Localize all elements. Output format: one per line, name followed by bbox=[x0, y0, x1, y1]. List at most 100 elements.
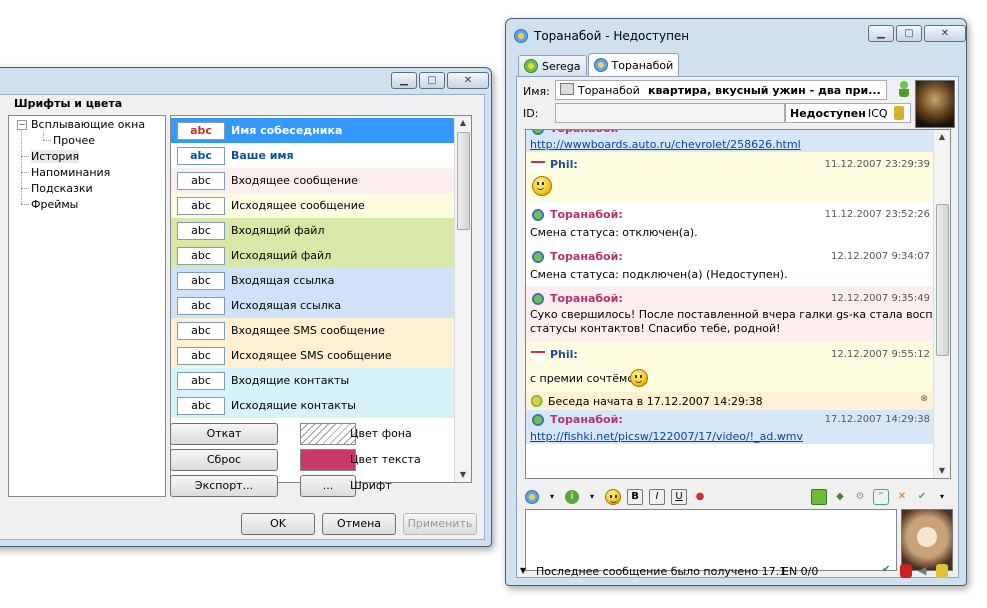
color-list-item[interactable]: abc Исходящие контакты bbox=[171, 393, 454, 418]
scroll-down-icon[interactable]: ▼ bbox=[455, 468, 471, 482]
font-button[interactable]: ... bbox=[300, 475, 356, 497]
tree-item-other[interactable]: Прочее bbox=[53, 134, 95, 147]
color-list-item[interactable]: abc Входящее сообщение bbox=[171, 168, 454, 193]
text-color-label: Цвет текста bbox=[350, 453, 421, 466]
settings-icon[interactable]: ⚙ bbox=[853, 490, 867, 504]
apply-button[interactable]: Применить bbox=[403, 513, 477, 535]
minimize-icon[interactable]: ▁ bbox=[391, 72, 417, 89]
message-text: Смена статуса: подключен(а) (Недоступен)… bbox=[530, 268, 788, 281]
spellcheck-icon[interactable]: ✔ bbox=[882, 564, 890, 575]
message-text: Беседа начата в 17.12.2007 14:29:38 bbox=[548, 395, 763, 408]
color-item-label: Исходящий файл bbox=[231, 249, 332, 262]
file-transfer-icon[interactable]: ◆ bbox=[833, 490, 847, 504]
message-time: 11.12.2007 23:29:39 bbox=[824, 159, 930, 170]
contact-menu-icon[interactable] bbox=[894, 106, 904, 120]
color-list-item[interactable]: abc Входящее SMS сообщение bbox=[171, 318, 454, 343]
message-type-icon bbox=[531, 293, 545, 305]
sample-text: abc bbox=[177, 172, 225, 190]
info-icon[interactable]: i bbox=[565, 490, 579, 504]
italic-icon[interactable]: I bbox=[649, 489, 665, 505]
color-list-item[interactable]: abc Входящая ссылка bbox=[171, 268, 454, 293]
chat-window: Торанабой - Недоступен ▁ ▢ ✕ Serega Тора… bbox=[505, 18, 967, 586]
name-label: Имя: bbox=[523, 85, 550, 98]
sample-text: abc bbox=[177, 372, 225, 390]
settings-tree[interactable]: − Всплывающие окна Прочее История Напоми… bbox=[8, 115, 166, 497]
color-item-label: Входящая ссылка bbox=[231, 274, 335, 287]
message-nick: Торанабой bbox=[550, 130, 618, 135]
close-icon[interactable]: ✕ bbox=[447, 72, 489, 89]
collapse-icon[interactable]: − bbox=[17, 120, 27, 130]
close-chat-icon[interactable]: ✕ bbox=[895, 490, 909, 504]
message-link[interactable]: http://wwwboards.auto.ru/chevrolet/25862… bbox=[530, 138, 801, 151]
contact-id-box bbox=[555, 103, 785, 123]
chevron-down-icon[interactable]: ▼ bbox=[520, 566, 526, 575]
tree-item-popups[interactable]: Всплывающие окна bbox=[31, 118, 145, 131]
smiley-icon[interactable] bbox=[605, 489, 621, 505]
typing-notify-icon[interactable] bbox=[936, 564, 948, 578]
scroll-down-icon[interactable]: ▼ bbox=[934, 464, 950, 478]
rollback-button[interactable]: Откат bbox=[170, 423, 278, 445]
scroll-thumb[interactable] bbox=[936, 204, 949, 356]
color-list-item[interactable]: abc Исходящее SMS сообщение bbox=[171, 343, 454, 368]
cancel-button[interactable]: Отмена bbox=[322, 513, 396, 535]
color-palette-icon[interactable]: ● bbox=[693, 490, 707, 504]
chevron-down-icon[interactable]: ▾ bbox=[545, 490, 559, 504]
color-list-item[interactable]: abc Исходящая ссылка bbox=[171, 293, 454, 318]
tree-item-history[interactable]: История bbox=[31, 150, 80, 163]
reset-button[interactable]: Сброс bbox=[170, 449, 278, 471]
smiley-icon bbox=[630, 369, 648, 387]
tab-serega[interactable]: Serega bbox=[518, 55, 587, 76]
tree-item-frames[interactable]: Фреймы bbox=[31, 198, 78, 211]
user-info-icon[interactable] bbox=[899, 81, 909, 97]
scroll-up-icon[interactable]: ▲ bbox=[455, 116, 471, 130]
sound-icon[interactable]: ◀ bbox=[918, 564, 926, 577]
message-nick: Торанабой: bbox=[550, 250, 623, 263]
secure-icon[interactable] bbox=[900, 564, 912, 578]
scroll-thumb[interactable] bbox=[457, 132, 470, 230]
color-list-item[interactable]: abc Ваше имя bbox=[171, 143, 454, 168]
status-text: Недоступен bbox=[790, 107, 866, 120]
message-time: 12.12.2007 9:35:49 bbox=[831, 293, 930, 304]
bold-icon[interactable]: B bbox=[627, 489, 643, 505]
status-message: квартира, вкусный ужин - два при... bbox=[648, 84, 881, 97]
history-icon[interactable] bbox=[811, 489, 827, 505]
send-icon[interactable]: ✔ bbox=[915, 490, 929, 504]
bg-color-swatch[interactable] bbox=[300, 423, 356, 445]
message-entry: Беседа начата в 17.12.2007 14:29:38 ⊗ bbox=[526, 392, 936, 410]
tree-item-reminders[interactable]: Напоминания bbox=[31, 166, 110, 179]
tree-item-tooltips[interactable]: Подсказки bbox=[31, 182, 93, 195]
tab-toranaboy[interactable]: Торанабой bbox=[587, 53, 680, 76]
maximize-icon[interactable]: ▢ bbox=[419, 72, 445, 89]
message-time: 11.12.2007 23:52:26 bbox=[824, 209, 930, 220]
minimize-icon[interactable]: ▁ bbox=[868, 25, 894, 42]
text-color-swatch[interactable] bbox=[300, 449, 356, 471]
protocol-text: ICQ bbox=[868, 107, 888, 120]
list-scrollbar[interactable]: ▲ ▼ bbox=[454, 116, 471, 482]
chevron-down-icon[interactable]: ▾ bbox=[585, 490, 599, 504]
color-list-item[interactable]: abc Входящий файл bbox=[171, 218, 454, 243]
message-time: 17.12.2007 14:29:38 bbox=[824, 414, 930, 425]
protocol-menu-icon[interactable] bbox=[525, 490, 539, 504]
color-list-item[interactable]: abc Имя собеседника bbox=[171, 118, 454, 143]
color-list-item[interactable]: abc Входящие контакты bbox=[171, 368, 454, 393]
scroll-up-icon[interactable]: ▲ bbox=[934, 130, 950, 144]
message-link[interactable]: http://fishki.net/picsw/122007/17/video/… bbox=[530, 430, 803, 443]
close-icon[interactable]: ⊗ bbox=[920, 394, 928, 404]
quote-icon[interactable]: ” bbox=[873, 489, 889, 505]
sample-text: abc bbox=[177, 347, 225, 365]
log-scrollbar[interactable]: ▲ ▼ bbox=[933, 130, 950, 478]
underline-icon[interactable]: U bbox=[671, 489, 687, 505]
font-label: Шрифт bbox=[350, 479, 392, 492]
message-log[interactable]: Торанабой http://wwwboards.auto.ru/chevro… bbox=[525, 129, 951, 479]
maximize-icon[interactable]: ▢ bbox=[896, 25, 922, 42]
close-icon[interactable]: ✕ bbox=[924, 25, 966, 42]
keyboard-icon bbox=[560, 83, 574, 95]
chevron-down-icon[interactable]: ▾ bbox=[935, 490, 949, 504]
color-list-item[interactable]: abc Исходящий файл bbox=[171, 243, 454, 268]
color-item-label: Входящие контакты bbox=[231, 374, 350, 387]
export-button[interactable]: Экспорт... bbox=[170, 475, 278, 497]
ok-button[interactable]: OK bbox=[241, 513, 315, 535]
tab-label: Serega bbox=[542, 59, 581, 73]
color-list-item[interactable]: abc Исходящее сообщение bbox=[171, 193, 454, 218]
window-title-text: Торанабой - Недоступен bbox=[534, 29, 690, 43]
